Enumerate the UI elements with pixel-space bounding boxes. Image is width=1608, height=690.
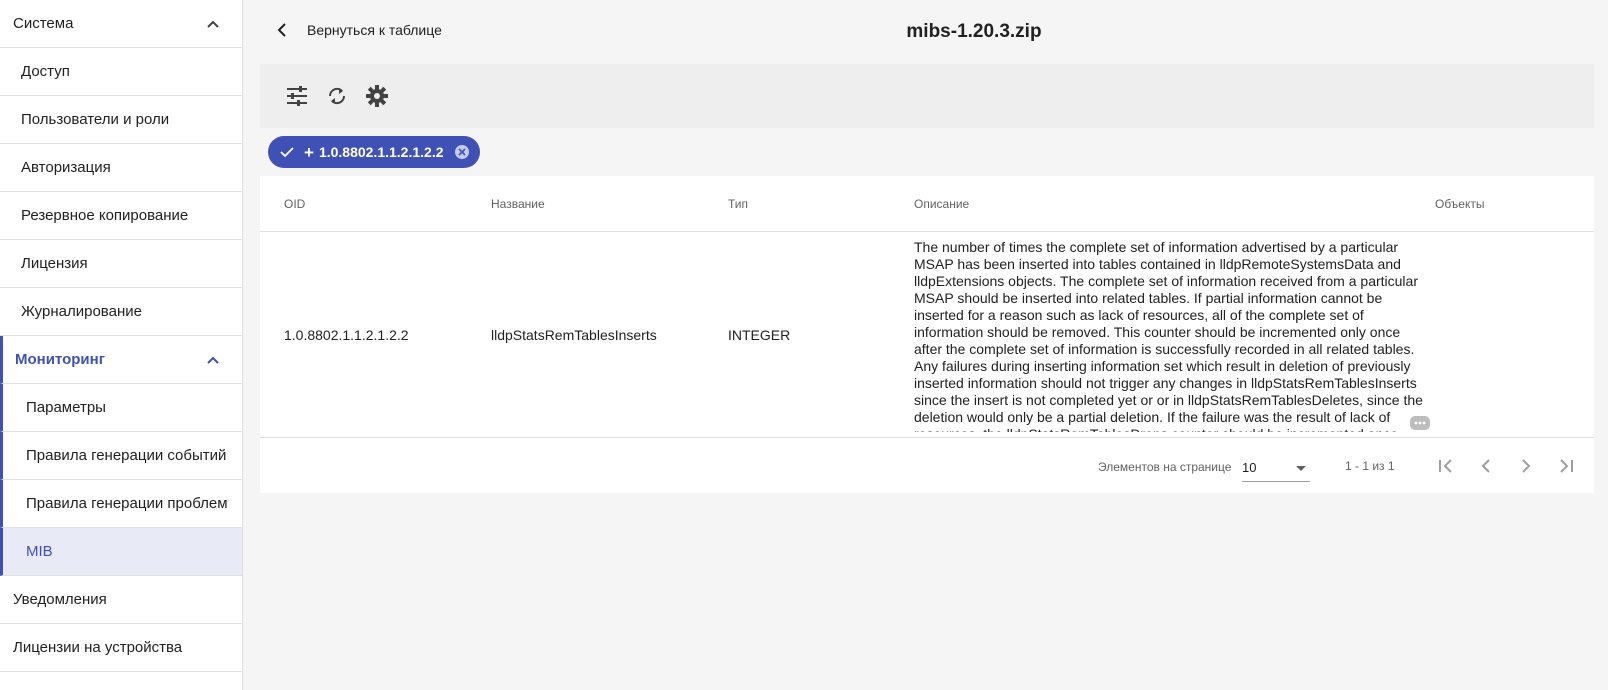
sidebar-item-parameters[interactable]: Параметры [0, 384, 242, 432]
sidebar-group-label: Мониторинг [15, 351, 105, 368]
sidebar-group-system[interactable]: Система [0, 0, 242, 48]
chip-label: 1.0.8802.1.1.2.1.2.2 [318, 144, 444, 160]
sidebar-item-label: MIB [26, 543, 53, 560]
sidebar-group-notifications[interactable]: Уведомления [0, 576, 242, 624]
chevron-up-icon [207, 20, 219, 28]
sync-icon [328, 87, 346, 105]
dropdown-arrow-icon [1296, 466, 1306, 471]
table-header: OID Название Тип Описание Объекты [260, 176, 1594, 232]
chevron-right-icon [1522, 459, 1531, 473]
cell-description: The number of times the complete set of … [914, 239, 1423, 432]
page-title: mibs-1.20.3.zip [906, 21, 1042, 42]
column-header-oid[interactable]: OID [284, 197, 305, 211]
more-horiz-icon[interactable] [1410, 416, 1430, 430]
sidebar-item-users-roles[interactable]: Пользователи и роли [0, 96, 242, 144]
oid-filter-chip[interactable]: + 1.0.8802.1.1.2.1.2.2 [268, 136, 480, 168]
first-page-icon [1439, 459, 1452, 473]
column-header-type[interactable]: Тип [728, 197, 748, 211]
filter-settings-button[interactable] [283, 82, 311, 110]
plus-icon: + [304, 142, 314, 162]
previous-page-button[interactable] [1472, 452, 1500, 480]
paginator: Элементов на странице 10 1 - 1 из 1 [260, 438, 1594, 493]
back-label: Вернуться к таблице [307, 22, 442, 38]
sidebar-item-label: Журналирование [21, 303, 142, 320]
refresh-button[interactable] [323, 82, 351, 110]
sidebar-item-label: Правила генерации событий [26, 447, 227, 464]
sidebar-item-label: Авторизация [21, 159, 111, 176]
column-header-objects[interactable]: Объекты [1435, 197, 1485, 211]
sidebar-item-label: Резервное копирование [21, 207, 189, 224]
toolbar [260, 64, 1594, 128]
items-per-page-label: Элементов на странице [1098, 460, 1232, 474]
chevron-up-icon [207, 356, 219, 364]
sidebar-item-license[interactable]: Лицензия [0, 240, 242, 288]
table-row[interactable]: 1.0.8802.1.1.2.1.2.2 lldpStatsRemTablesI… [260, 232, 1594, 438]
first-page-button[interactable] [1432, 452, 1460, 480]
sidebar-item-authorization[interactable]: Авторизация [0, 144, 242, 192]
sidebar-item-label: Доступ [21, 63, 70, 80]
back-to-table-button[interactable]: Вернуться к таблице [277, 22, 442, 38]
sidebar-item-label: Правила генерации проблем [26, 495, 228, 512]
next-page-button[interactable] [1512, 452, 1540, 480]
chevron-left-icon [1481, 459, 1490, 473]
sidebar-group-label: Лицензии на устройства [13, 639, 183, 656]
settings-button[interactable] [363, 82, 391, 110]
page-size-select[interactable]: 10 [1242, 454, 1310, 482]
sidebar-item-label: Параметры [26, 399, 106, 416]
close-circle-icon[interactable] [454, 144, 470, 160]
mib-table: OID Название Тип Описание Объекты 1.0.88… [260, 176, 1594, 493]
sidebar-group-label: Уведомления [13, 591, 107, 608]
check-icon [280, 147, 294, 158]
sidebar-item-access[interactable]: Доступ [0, 48, 242, 96]
tune-icon [287, 86, 307, 106]
cell-name: lldpStatsRemTablesInserts [491, 327, 657, 343]
sidebar-item-logging[interactable]: Журналирование [0, 288, 242, 336]
sidebar-item-mib[interactable]: MIB [0, 528, 242, 576]
sidebar-item-problem-rules[interactable]: Правила генерации проблем [0, 480, 242, 528]
cell-type: INTEGER [728, 327, 791, 343]
last-page-button[interactable] [1552, 452, 1580, 480]
sidebar-group-monitoring[interactable]: Мониторинг [0, 336, 242, 384]
chevron-left-icon [277, 23, 286, 37]
page-size-value: 10 [1242, 460, 1257, 475]
sidebar-item-label: Пользователи и роли [21, 111, 170, 128]
sidebar-item-backup[interactable]: Резервное копирование [0, 192, 242, 240]
sidebar: Система Доступ Пользователи и роли Автор… [0, 0, 243, 690]
column-header-description[interactable]: Описание [914, 197, 969, 211]
sidebar-item-label: Лицензия [21, 255, 88, 272]
page-header: Вернуться к таблице mibs-1.20.3.zip [243, 0, 1608, 64]
column-header-name[interactable]: Название [491, 197, 545, 211]
sidebar-group-label: Система [13, 15, 74, 32]
page-range-label: 1 - 1 из 1 [1345, 459, 1395, 473]
sidebar-group-device-licenses[interactable]: Лицензии на устройства [0, 624, 242, 672]
sidebar-item-event-rules[interactable]: Правила генерации событий [0, 432, 242, 480]
gear-icon [366, 85, 388, 107]
last-page-icon [1560, 459, 1573, 473]
cell-oid: 1.0.8802.1.1.2.1.2.2 [284, 327, 409, 343]
